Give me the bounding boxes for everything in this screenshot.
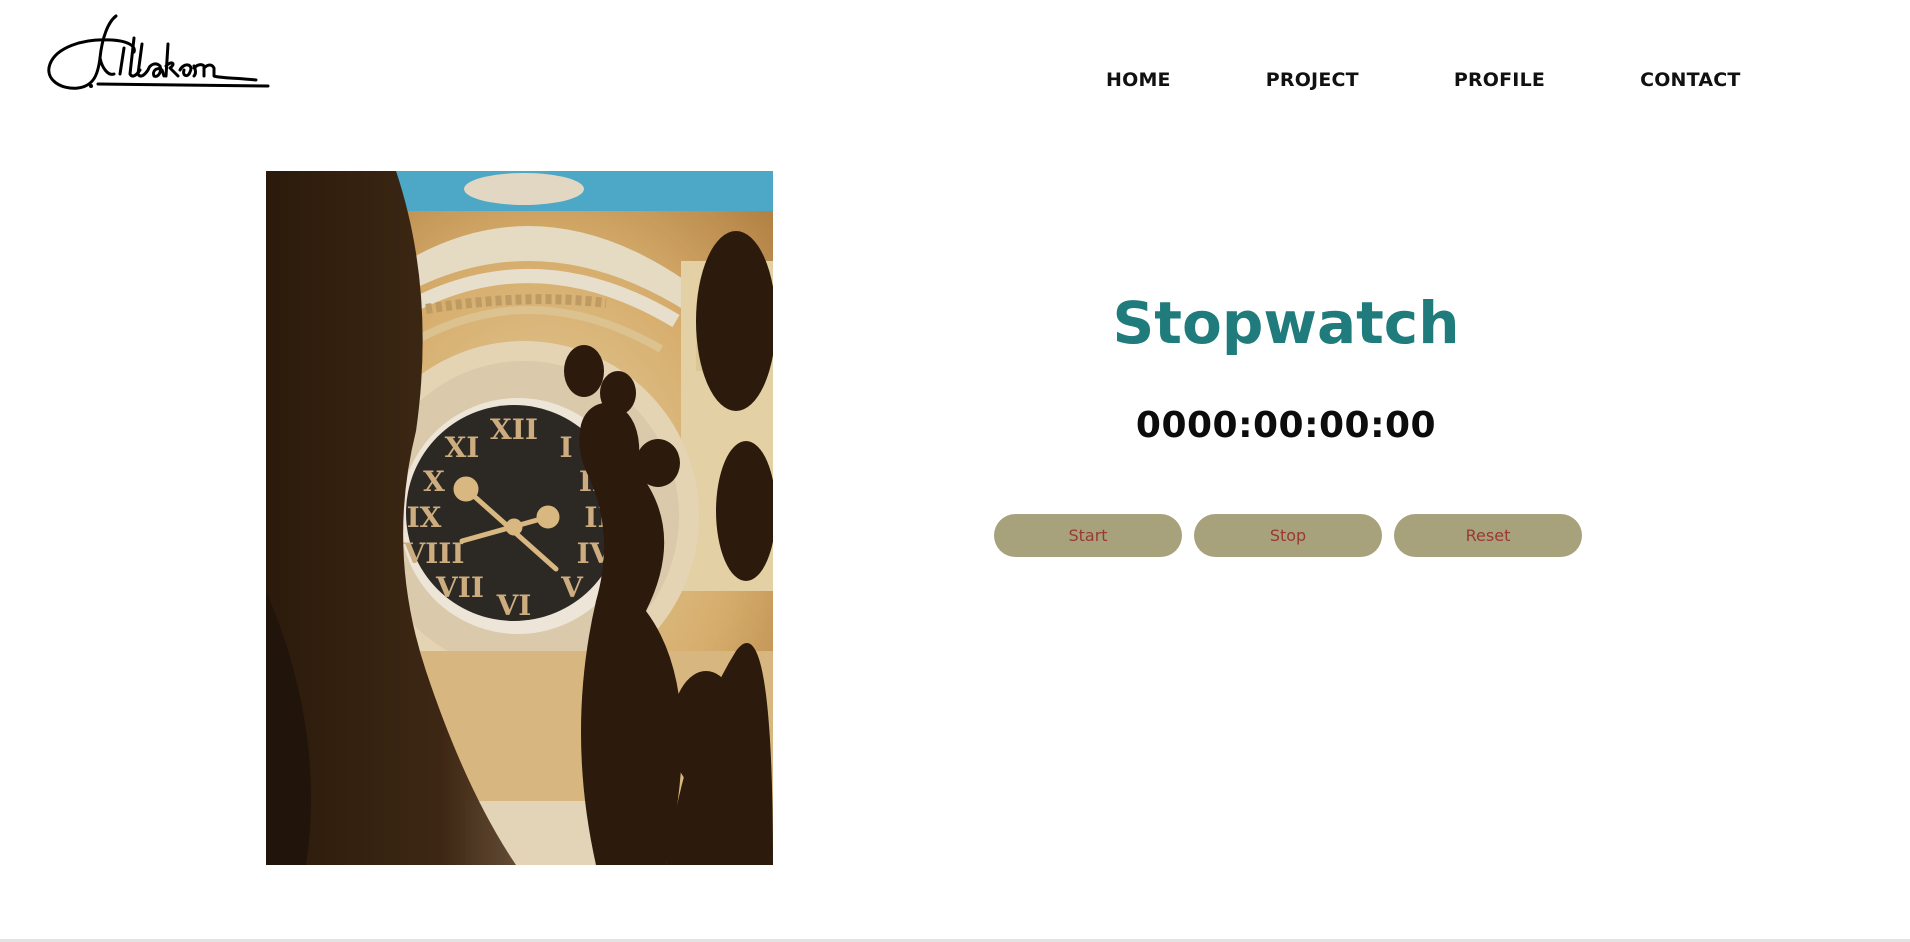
page: HOME PROJECT PROFILE CONTACT XII I IV V … (0, 0, 1910, 942)
clock-tower-illustration: XII I II III IV V VI VII VIII IX X XI (266, 171, 773, 865)
start-button[interactable]: Start (994, 514, 1182, 557)
stopwatch-controls: Start Stop Reset (994, 514, 1582, 557)
stopwatch-title: Stopwatch (1112, 289, 1460, 357)
signature-logo-image (47, 14, 270, 90)
clock-tower-photo: XII I II III IV V VI VII VIII IX X XI (266, 171, 773, 865)
reset-button[interactable]: Reset (1394, 514, 1582, 557)
signature-logo[interactable] (38, 8, 273, 98)
nav-project-link[interactable]: PROJECT (1266, 66, 1359, 94)
stopwatch-time-display: 0000:00:00:00 (1135, 405, 1437, 446)
nav-profile-link[interactable]: PROFILE (1454, 66, 1545, 94)
stop-button[interactable]: Stop (1194, 514, 1382, 557)
nav-contact-link[interactable]: CONTACT (1640, 66, 1741, 94)
main-nav: HOME PROJECT PROFILE CONTACT (1106, 66, 1741, 94)
nav-home-link[interactable]: HOME (1106, 66, 1171, 94)
